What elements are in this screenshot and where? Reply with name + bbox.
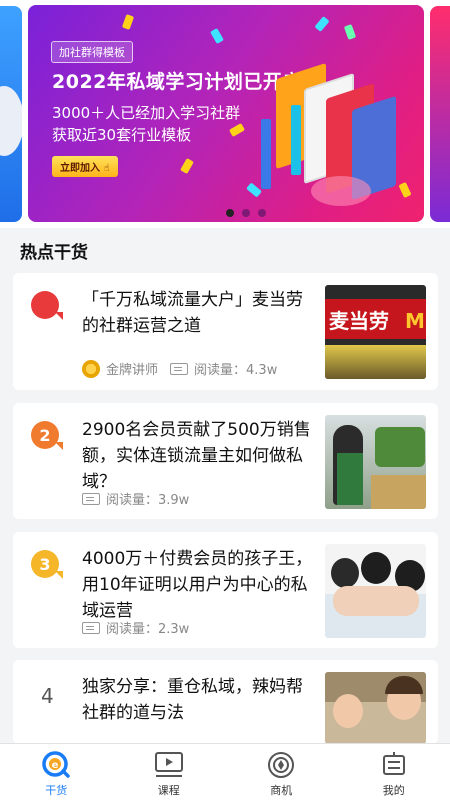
rank-badge: 1 xyxy=(31,291,69,329)
article-card[interactable]: 4 独家分享：重仓私域，辣妈帮社群的道与法 xyxy=(13,660,438,744)
article-title: 独家分享：重仓私域，辣妈帮社群的道与法 xyxy=(82,677,303,723)
carousel-indicator xyxy=(226,209,266,217)
bottom-navigation: e 干货 课程 商机 我的 xyxy=(0,743,450,800)
nav-tab-business[interactable]: 商机 xyxy=(225,744,338,800)
rank-number: 3 xyxy=(31,550,63,579)
carousel-dot[interactable] xyxy=(258,209,266,217)
banner-carousel[interactable]: 加社群得模板 2022年私域学习计划已开启 3000＋人已经加入学习社群 获取近… xyxy=(0,0,450,228)
article-meta: 金牌讲师 阅读量：4.3w xyxy=(82,359,277,378)
read-count: 阅读量：3.9w xyxy=(106,493,190,508)
article-thumbnail xyxy=(325,544,426,638)
confetti-decoration xyxy=(228,123,246,137)
confetti-decoration xyxy=(210,27,224,45)
rank-number: 1 xyxy=(31,291,63,320)
previous-banner-card[interactable] xyxy=(0,6,22,222)
article-title: 4000万＋付费会员的孩子王，用10年证明以用户为中心的私域运营 xyxy=(82,549,313,621)
confetti-decoration xyxy=(121,14,135,30)
dry-goods-icon: e xyxy=(41,750,71,780)
confetti-decoration xyxy=(343,24,357,40)
article-card[interactable]: 1 「千万私域流量大户」麦当劳的社群运营之道 金牌讲师 阅读量：4.3w 麦当劳… xyxy=(13,273,438,390)
nav-label: 课程 xyxy=(157,784,180,797)
profile-icon xyxy=(379,750,409,780)
carousel-dot[interactable] xyxy=(242,209,250,217)
carousel-dot[interactable] xyxy=(226,209,234,217)
article-card[interactable]: 2 2900名会员贡献了500万销售额，实体连锁流量主如何做私域？ 阅读量：3.… xyxy=(13,403,438,519)
rank-badge: 3 xyxy=(31,550,69,588)
svg-text:e: e xyxy=(52,760,59,771)
read-count-icon xyxy=(170,362,189,375)
article-thumbnail: 麦当劳 M xyxy=(325,285,426,379)
banner-tag: 加社群得模板 xyxy=(51,41,133,63)
nav-label: 干货 xyxy=(45,784,68,797)
banner-subtitle-2: 获取近30套行业模板 xyxy=(52,126,192,144)
nav-label: 商机 xyxy=(270,784,293,797)
nav-tab-dry-goods[interactable]: e 干货 xyxy=(0,744,113,800)
books-illustration xyxy=(256,61,406,206)
confetti-decoration xyxy=(314,16,330,32)
read-count-icon xyxy=(82,621,100,634)
rank-number: 2 xyxy=(31,421,63,450)
read-count: 阅读量：4.3w xyxy=(194,363,278,378)
thumbnail-sign-text: 麦当劳 xyxy=(329,309,389,333)
business-opportunity-icon xyxy=(266,750,296,780)
nav-tab-course[interactable]: 课程 xyxy=(113,744,226,800)
nav-tab-profile[interactable]: 我的 xyxy=(338,744,450,800)
article-meta: 阅读量：2.3w xyxy=(82,618,189,637)
read-count: 阅读量：2.3w xyxy=(106,622,190,637)
course-video-icon xyxy=(154,750,184,780)
article-thumbnail xyxy=(325,672,426,744)
section-title: 热点干货 xyxy=(20,243,88,263)
banner-subtitle: 3000＋人已经加入学习社群 xyxy=(52,104,241,122)
rank-number: 4 xyxy=(41,684,54,708)
article-title: 「千万私域流量大户」麦当劳的社群运营之道 xyxy=(82,290,303,336)
article-card[interactable]: 3 4000万＋付费会员的孩子王，用10年证明以用户为中心的私域运营 阅读量：2… xyxy=(13,532,438,648)
nav-label: 我的 xyxy=(382,784,405,797)
article-title: 2900名会员贡献了500万销售额，实体连锁流量主如何做私域？ xyxy=(82,420,311,492)
mcdonalds-logo-icon: M xyxy=(405,309,425,333)
decorative-shape xyxy=(0,86,22,156)
gold-medal-icon xyxy=(82,359,100,378)
confetti-decoration xyxy=(180,157,194,175)
read-count-icon xyxy=(82,492,100,505)
rank-badge: 2 xyxy=(31,421,69,459)
article-meta: 阅读量：3.9w xyxy=(82,489,189,508)
banner-slide[interactable]: 加社群得模板 2022年私域学习计划已开启 3000＋人已经加入学习社群 获取近… xyxy=(28,5,424,222)
next-banner-card[interactable] xyxy=(430,6,450,222)
article-thumbnail xyxy=(325,415,426,509)
join-now-button[interactable]: 立即加入 ☝ xyxy=(52,156,118,177)
author-badge: 金牌讲师 xyxy=(106,363,159,378)
